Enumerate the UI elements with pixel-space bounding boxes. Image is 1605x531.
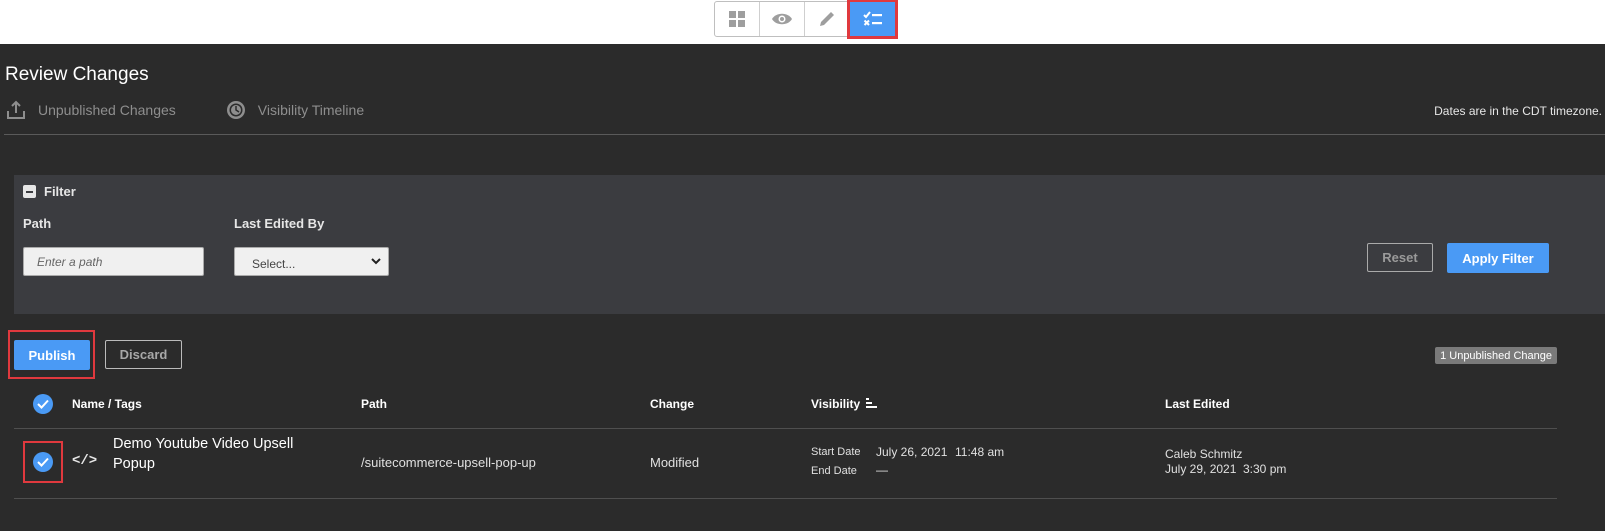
select-value: Select... [252, 257, 296, 271]
collapse-icon [23, 185, 36, 198]
start-date-label: Start Date [811, 446, 861, 458]
sort-icon [866, 398, 878, 408]
header-divider [4, 134, 1605, 135]
publish-highlight: Publish [8, 330, 95, 379]
column-header-path: Path [361, 397, 388, 411]
grid-view-button[interactable] [715, 2, 760, 36]
preview-button[interactable] [760, 2, 805, 36]
filter-toggle[interactable]: Filter [23, 184, 76, 199]
timezone-note: Dates are in the CDT timezone. [1434, 104, 1602, 118]
visibility-header-label: Visibility [811, 397, 861, 411]
grid-icon [729, 11, 745, 27]
row-name: Demo Youtube Video Upsell Popup [113, 436, 294, 472]
unpublished-count-badge: 1 Unpublished Change [1435, 347, 1557, 364]
table-header-divider [14, 428, 1557, 429]
edited-time: 3:30 pm [1243, 462, 1287, 476]
path-label: Path [23, 216, 52, 231]
chevron-down-icon [371, 258, 381, 265]
tab-label: Unpublished Changes [38, 102, 176, 118]
discard-button[interactable]: Discard [105, 340, 182, 369]
eye-icon [772, 13, 792, 25]
review-tabs: Unpublished Changes Visibility Timeline [6, 100, 414, 120]
check-icon [37, 399, 49, 409]
path-input[interactable] [23, 247, 204, 276]
publish-button[interactable]: Publish [14, 340, 90, 370]
review-changes-button[interactable] [847, 0, 898, 39]
checklist-icon [862, 11, 882, 26]
column-header-change: Change [650, 397, 695, 411]
end-date-label: End Date [811, 465, 857, 477]
column-header-last-edited: Last Edited [1165, 397, 1230, 411]
check-icon [37, 457, 49, 467]
clock-icon [226, 100, 246, 120]
edited-date: July 29, 2021 [1165, 462, 1237, 476]
mode-button-group [714, 0, 898, 39]
last-edited-by-select[interactable]: Select... [234, 247, 389, 276]
column-header-name: Name / Tags [72, 397, 142, 411]
column-header-visibility[interactable]: Visibility [811, 397, 878, 411]
row-path: /suitecommerce-upsell-pop-up [361, 455, 536, 470]
start-date: July 26, 2021 [876, 445, 948, 459]
tab-visibility-timeline[interactable]: Visibility Timeline [226, 100, 364, 120]
row-checkbox-highlight [23, 441, 63, 483]
filter-panel: Filter Path Last Edited By Select... Res… [14, 175, 1605, 314]
edit-button[interactable] [805, 2, 850, 36]
editor-name: Caleb Schmitz [1165, 447, 1243, 461]
table-row-divider [14, 498, 1557, 499]
row-change: Modified [650, 455, 700, 470]
filter-heading: Filter [44, 184, 76, 199]
row-checkbox[interactable] [33, 452, 53, 472]
tab-unpublished-changes[interactable]: Unpublished Changes [6, 100, 176, 120]
reset-button[interactable]: Reset [1367, 243, 1433, 272]
last-edited-by-label: Last Edited By [234, 216, 325, 231]
top-toolbar [0, 0, 1605, 44]
pencil-icon [820, 12, 834, 26]
end-date: — [876, 463, 888, 477]
select-all-checkbox[interactable] [33, 394, 53, 414]
apply-filter-button[interactable]: Apply Filter [1447, 243, 1549, 273]
page-title: Review Changes [5, 64, 149, 85]
upload-icon [6, 100, 26, 120]
start-time: 11:48 am [955, 445, 1005, 459]
code-icon: </> [72, 453, 98, 469]
tab-label: Visibility Timeline [257, 102, 365, 118]
